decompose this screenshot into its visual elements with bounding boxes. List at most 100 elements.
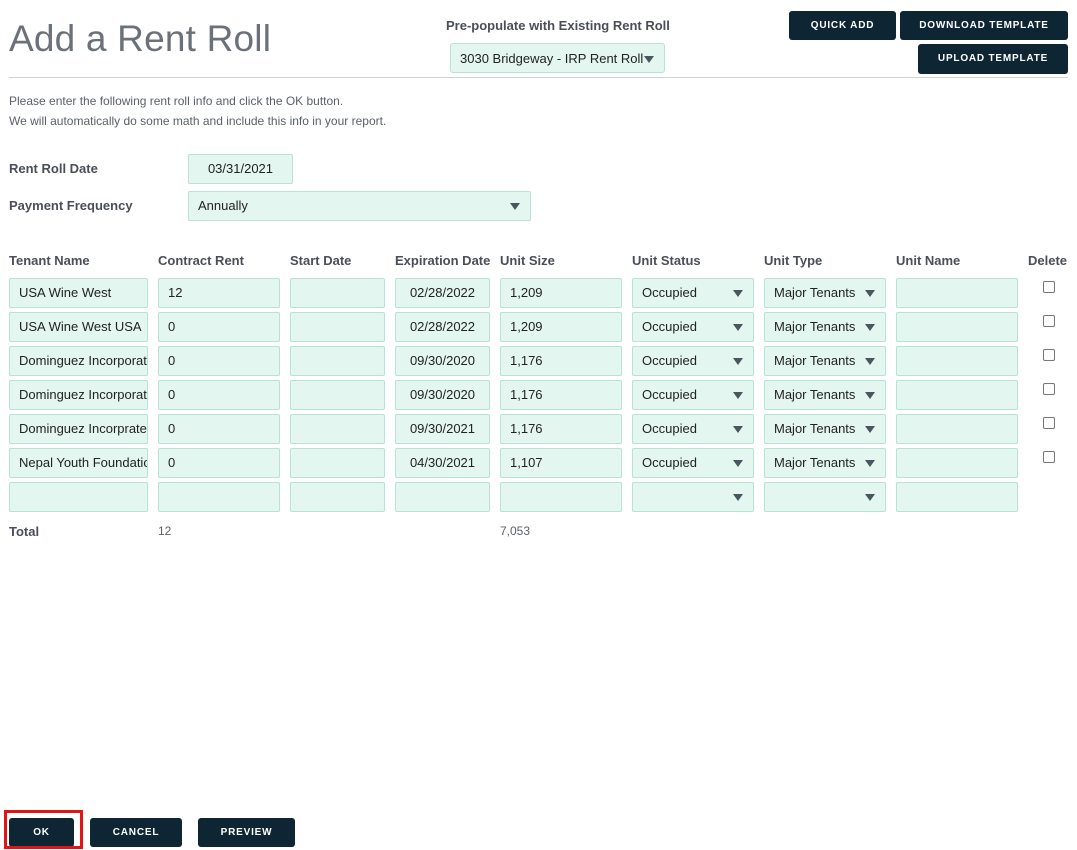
payment-frequency-select[interactable]: Annually — [188, 191, 531, 221]
unit-status-value: Occupied — [642, 319, 697, 334]
contract-rent-input[interactable]: 12 — [158, 278, 280, 308]
unit-type-select[interactable] — [764, 482, 886, 512]
expiration-date-input[interactable]: 09/30/2021 — [395, 414, 490, 444]
download-template-button[interactable]: DOWNLOAD TEMPLATE — [900, 11, 1068, 40]
chevron-down-icon — [865, 426, 875, 433]
expiration-date-input[interactable]: 04/30/2021 — [395, 448, 490, 478]
unit-type-value: Major Tenants — [774, 455, 856, 470]
total-contract-rent: 12 — [158, 524, 172, 538]
column-header-delete: Delete — [1028, 253, 1068, 268]
unit-type-value: Major Tenants — [774, 421, 856, 436]
tenant-name-input[interactable]: Dominguez Incorporated — [9, 380, 148, 410]
unit-status-select[interactable]: Occupied — [632, 312, 754, 342]
ok-button-highlight — [4, 810, 83, 849]
unit-name-input[interactable] — [896, 312, 1018, 342]
unit-status-select[interactable] — [632, 482, 754, 512]
tenant-name-input[interactable]: Dominguez Incorprated — [9, 414, 148, 444]
tenant-name-input[interactable]: Nepal Youth Foundation — [9, 448, 148, 478]
unit-status-value: Occupied — [642, 455, 697, 470]
start-date-input[interactable] — [290, 346, 385, 376]
unit-name-input[interactable] — [896, 380, 1018, 410]
tenant-name-input[interactable] — [9, 482, 148, 512]
unit-size-input[interactable]: 1,176 — [500, 380, 622, 410]
chevron-down-icon — [865, 460, 875, 467]
unit-type-select[interactable]: Major Tenants — [764, 448, 886, 478]
unit-size-input[interactable] — [500, 482, 622, 512]
payment-frequency-label: Payment Frequency — [9, 198, 133, 213]
contract-rent-input[interactable]: 0 — [158, 448, 280, 478]
unit-size-input[interactable]: 1,209 — [500, 278, 622, 308]
delete-checkbox[interactable] — [1043, 383, 1055, 395]
prepopulate-label: Pre-populate with Existing Rent Roll — [446, 18, 670, 33]
unit-name-input[interactable] — [896, 448, 1018, 478]
delete-checkbox[interactable] — [1043, 281, 1055, 293]
tenant-name-input[interactable]: USA Wine West — [9, 278, 148, 308]
unit-size-input[interactable]: 1,176 — [500, 414, 622, 444]
expiration-date-input[interactable]: 09/30/2020 — [395, 380, 490, 410]
column-header-start-date: Start Date — [290, 253, 352, 268]
start-date-input[interactable] — [290, 414, 385, 444]
cancel-button[interactable]: CANCEL — [90, 818, 182, 847]
unit-name-input[interactable] — [896, 482, 1018, 512]
unit-type-select[interactable]: Major Tenants — [764, 312, 886, 342]
intro-text-line-2: We will automatically do some math and i… — [9, 114, 387, 128]
delete-checkbox[interactable] — [1043, 349, 1055, 361]
column-header-expiration-date: Expiration Date — [395, 253, 491, 268]
column-header-unit-name: Unit Name — [896, 253, 961, 268]
unit-status-select[interactable]: Occupied — [632, 346, 754, 376]
chevron-down-icon — [865, 324, 875, 331]
start-date-input[interactable] — [290, 278, 385, 308]
tenant-name-input[interactable]: USA Wine West USA — [9, 312, 148, 342]
unit-type-select[interactable]: Major Tenants — [764, 278, 886, 308]
delete-checkbox[interactable] — [1043, 315, 1055, 327]
tenant-name-input[interactable]: Dominguez Incorporated — [9, 346, 148, 376]
unit-status-select[interactable]: Occupied — [632, 448, 754, 478]
start-date-input[interactable] — [290, 448, 385, 478]
prepopulate-selected-value: 3030 Bridgeway - IRP Rent Roll — [460, 51, 644, 66]
unit-type-value: Major Tenants — [774, 353, 856, 368]
chevron-down-icon — [865, 392, 875, 399]
expiration-date-input[interactable]: 02/28/2022 — [395, 278, 490, 308]
unit-status-value: Occupied — [642, 387, 697, 402]
chevron-down-icon — [733, 460, 743, 467]
unit-name-input[interactable] — [896, 414, 1018, 444]
unit-name-input[interactable] — [896, 278, 1018, 308]
unit-status-select[interactable]: Occupied — [632, 380, 754, 410]
prepopulate-select[interactable]: 3030 Bridgeway - IRP Rent Roll — [450, 43, 665, 73]
preview-button[interactable]: PREVIEW — [198, 818, 295, 847]
start-date-input[interactable] — [290, 312, 385, 342]
chevron-down-icon — [865, 358, 875, 365]
unit-status-select[interactable]: Occupied — [632, 414, 754, 444]
expiration-date-input[interactable]: 09/30/2020 — [395, 346, 490, 376]
rent-roll-date-input[interactable]: 03/31/2021 — [188, 154, 293, 184]
unit-type-select[interactable]: Major Tenants — [764, 346, 886, 376]
contract-rent-input[interactable]: 0 — [158, 346, 280, 376]
unit-status-value: Occupied — [642, 421, 697, 436]
chevron-down-icon — [733, 392, 743, 399]
unit-size-input[interactable]: 1,176 — [500, 346, 622, 376]
column-header-unit-size: Unit Size — [500, 253, 555, 268]
contract-rent-input[interactable]: 0 — [158, 414, 280, 444]
quick-add-button[interactable]: QUICK ADD — [789, 11, 896, 40]
unit-size-input[interactable]: 1,107 — [500, 448, 622, 478]
chevron-down-icon — [733, 290, 743, 297]
expiration-date-input[interactable]: 02/28/2022 — [395, 312, 490, 342]
unit-type-select[interactable]: Major Tenants — [764, 414, 886, 444]
contract-rent-input[interactable]: 0 — [158, 312, 280, 342]
delete-checkbox[interactable] — [1043, 451, 1055, 463]
delete-checkbox[interactable] — [1043, 417, 1055, 429]
contract-rent-input[interactable]: 0 — [158, 380, 280, 410]
start-date-input[interactable] — [290, 482, 385, 512]
start-date-input[interactable] — [290, 380, 385, 410]
chevron-down-icon — [865, 290, 875, 297]
unit-status-value: Occupied — [642, 285, 697, 300]
upload-template-button[interactable]: UPLOAD TEMPLATE — [918, 44, 1068, 74]
unit-type-value: Major Tenants — [774, 387, 856, 402]
expiration-date-input[interactable] — [395, 482, 490, 512]
unit-size-input[interactable]: 1,209 — [500, 312, 622, 342]
unit-name-input[interactable] — [896, 346, 1018, 376]
unit-status-select[interactable]: Occupied — [632, 278, 754, 308]
unit-type-select[interactable]: Major Tenants — [764, 380, 886, 410]
contract-rent-input[interactable] — [158, 482, 280, 512]
payment-frequency-value: Annually — [198, 198, 248, 213]
